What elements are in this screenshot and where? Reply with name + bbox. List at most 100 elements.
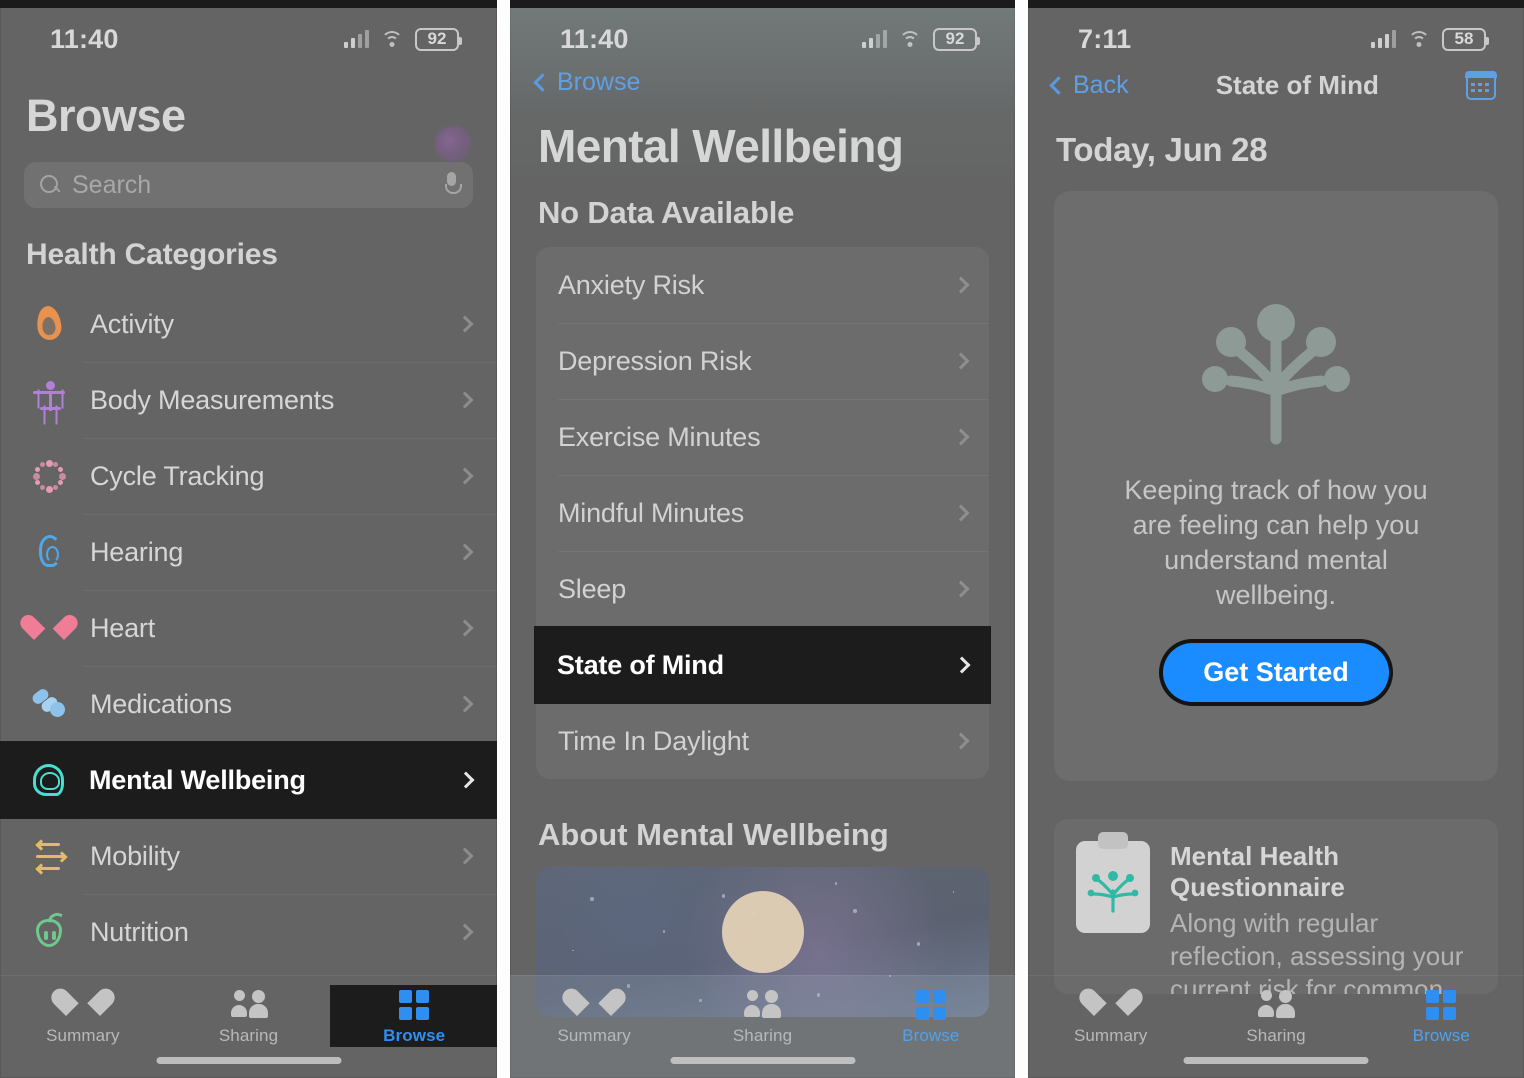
panel-separator <box>497 0 510 1078</box>
mental-health-questionnaire-card[interactable]: Mental Health Questionnaire Along with r… <box>1054 819 1498 994</box>
empty-state-message: Keeping track of how you are feeling can… <box>1124 475 1428 611</box>
profile-avatar[interactable] <box>435 126 471 162</box>
category-row-nutrition[interactable]: Nutrition <box>0 894 497 970</box>
calendar-icon[interactable] <box>1465 70 1497 100</box>
flame-icon <box>26 301 72 347</box>
chevron-right-icon <box>456 315 474 333</box>
category-row-mental-wellbeing[interactable]: Mental Wellbeing <box>0 742 497 818</box>
panel-separator <box>1015 0 1028 1078</box>
chevron-right-icon <box>457 771 475 789</box>
search-input[interactable]: Search <box>72 171 433 200</box>
category-row-medications[interactable]: Medications <box>0 666 497 742</box>
star-dot <box>753 912 755 914</box>
pills-icon <box>26 681 72 727</box>
grid-tab-icon <box>915 990 946 1020</box>
ear-icon <box>26 529 72 575</box>
list-row-mindful-minutes[interactable]: Mindful Minutes <box>536 475 989 551</box>
category-label: Cycle Tracking <box>90 460 265 491</box>
arrows-icon <box>26 833 72 879</box>
category-label: Mental Wellbeing <box>89 764 306 795</box>
tab-summary[interactable]: Summary <box>0 986 166 1046</box>
chevron-right-icon <box>952 276 970 294</box>
tab-summary[interactable]: Summary <box>510 986 678 1046</box>
clipboard-plant-icon <box>1076 841 1150 933</box>
tab-sharing[interactable]: Sharing <box>1193 986 1358 1046</box>
home-indicator <box>670 1057 855 1064</box>
page-title: Mental Wellbeing <box>538 120 904 172</box>
category-row-hearing[interactable]: Hearing <box>0 514 497 590</box>
category-row-activity[interactable]: Activity <box>0 286 497 362</box>
tab-label: Sharing <box>1246 1026 1306 1045</box>
tab-summary[interactable]: Summary <box>1028 986 1193 1046</box>
section-header-health-categories: Health Categories <box>26 238 278 271</box>
chevron-right-icon <box>952 352 970 370</box>
list-row-anxiety-risk[interactable]: Anxiety Risk <box>536 247 989 323</box>
tab-bar: Summary Sharing Browse <box>1028 975 1524 1078</box>
chevron-right-icon <box>456 467 474 485</box>
chevron-right-icon <box>456 391 474 409</box>
chevron-right-icon <box>952 504 970 522</box>
body-figure-icon <box>26 377 72 423</box>
category-label: Body Measurements <box>90 384 335 415</box>
list-row-label: Time In Daylight <box>558 725 749 756</box>
screenshot-stage: 11:40 92 Browse Search Health Categories… <box>0 0 1524 1078</box>
back-button-label: Back <box>1073 71 1129 99</box>
category-row-cycle-tracking[interactable]: Cycle Tracking <box>0 438 497 514</box>
list-row-time-in-daylight[interactable]: Time In Daylight <box>536 703 989 779</box>
cellular-signal-icon <box>861 30 887 48</box>
list-row-sleep[interactable]: Sleep <box>536 551 989 627</box>
tab-sharing[interactable]: Sharing <box>678 986 846 1046</box>
tab-browse[interactable]: Browse <box>847 986 1015 1046</box>
list-row-exercise-minutes[interactable]: Exercise Minutes <box>536 399 989 475</box>
category-row-body-measurements[interactable]: Body Measurements <box>0 362 497 438</box>
heart-tab-icon <box>1094 990 1128 1020</box>
tab-label: Browse <box>383 1026 446 1045</box>
panel-mental-wellbeing-screen: 11:40 92 Browse Mental Wellbeing No Data… <box>510 0 1015 1078</box>
tab-browse[interactable]: Browse <box>331 986 497 1046</box>
chevron-left-icon <box>533 73 552 92</box>
cellular-signal-icon <box>343 30 369 48</box>
list-row-depression-risk[interactable]: Depression Risk <box>536 323 989 399</box>
tab-label: Summary <box>557 1026 631 1045</box>
section-header-no-data: No Data Available <box>538 195 795 230</box>
status-time: 11:40 <box>50 23 119 54</box>
chevron-right-icon <box>456 923 474 941</box>
category-label: Heart <box>90 612 156 643</box>
home-indicator <box>1183 1057 1369 1064</box>
back-button[interactable]: Browse <box>510 62 1015 97</box>
section-header-about: About Mental Wellbeing <box>538 817 889 852</box>
moon-shape <box>721 891 804 973</box>
back-button[interactable]: Back <box>1049 71 1129 100</box>
wifi-icon <box>1407 30 1431 48</box>
list-row-label: Depression Risk <box>558 345 752 376</box>
date-label: Today, Jun 28 <box>1056 131 1268 168</box>
star-dot <box>662 930 666 933</box>
battery-indicator: 92 <box>415 27 462 51</box>
category-label: Hearing <box>90 536 184 567</box>
search-icon <box>39 174 61 196</box>
star-dot <box>952 891 955 893</box>
empty-state-card: Keeping track of how you are feeling can… <box>1054 191 1498 781</box>
tab-label: Browse <box>1412 1026 1470 1045</box>
tab-browse[interactable]: Browse <box>1359 986 1524 1046</box>
microphone-icon[interactable] <box>444 172 462 198</box>
search-bar[interactable]: Search <box>24 162 473 208</box>
category-label: Mobility <box>90 840 180 871</box>
category-label: Nutrition <box>90 916 189 947</box>
home-indicator <box>156 1057 341 1064</box>
wifi-icon <box>898 30 922 48</box>
mental-wellbeing-list: Anxiety Risk Depression Risk Exercise Mi… <box>535 247 990 779</box>
category-row-mobility[interactable]: Mobility <box>0 818 497 894</box>
list-row-label: Mindful Minutes <box>558 497 745 528</box>
star-dot <box>853 909 857 913</box>
list-row-state-of-mind[interactable]: State of Mind <box>535 627 990 703</box>
people-tab-icon <box>229 990 269 1020</box>
category-row-heart[interactable]: Heart <box>0 590 497 666</box>
status-bar-notch-strip <box>1028 0 1524 8</box>
tab-sharing[interactable]: Sharing <box>166 986 332 1046</box>
status-time: 11:40 <box>560 23 629 54</box>
health-categories-list: Activity Body Measurements Cycle Trackin… <box>0 286 497 970</box>
chevron-right-icon <box>456 543 474 561</box>
get-started-button[interactable]: Get Started <box>1163 643 1389 703</box>
wifi-icon <box>380 30 404 48</box>
